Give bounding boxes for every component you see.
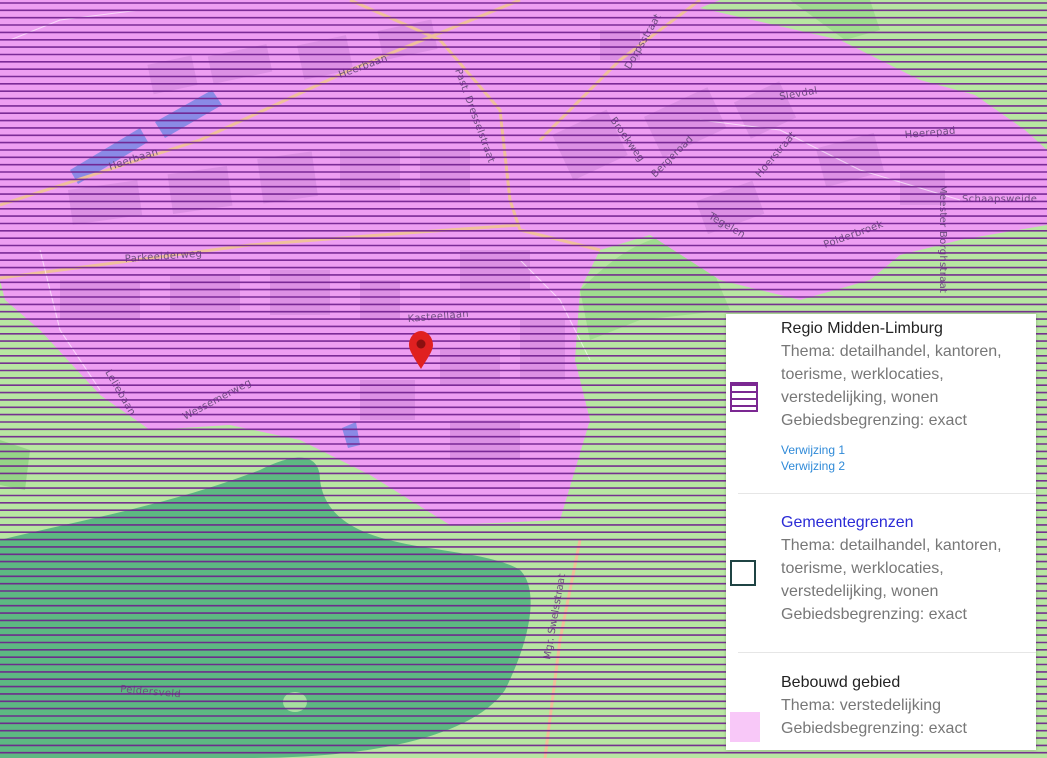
legend-item-line: Thema: verstedelijking xyxy=(781,697,942,714)
street-label: Schaapsweide xyxy=(962,194,1037,205)
legend-divider xyxy=(738,652,1036,653)
filled-area-icon xyxy=(730,712,760,742)
legend-item-line: verstedelijking, wonen xyxy=(781,583,939,600)
legend-item-line: Thema: detailhandel, kantoren, xyxy=(781,343,1002,360)
legend-item-line: Gebiedsbegrenzing: exact xyxy=(781,720,967,737)
legend-item-line: Thema: detailhandel, kantoren, xyxy=(781,537,1002,554)
legend-item-line: verstedelijking, wonen xyxy=(781,389,939,406)
legend-item-line: toerisme, werklocaties, xyxy=(781,560,944,577)
legend-divider xyxy=(738,493,1036,494)
striped-area-icon xyxy=(730,382,758,412)
legend-item-line: Gebiedsbegrenzing: exact xyxy=(781,412,967,429)
legend-item-line: Gebiedsbegrenzing: exact xyxy=(781,606,967,623)
legend-panel: Regio Midden-Limburg Thema: detailhandel… xyxy=(726,314,1036,750)
reference-link-1[interactable]: Verwijzing 1 xyxy=(781,442,1036,458)
legend-item-title-link[interactable]: Gemeentegrenzen xyxy=(781,512,1036,534)
legend-item-title: Bebouwd gebied xyxy=(781,674,901,691)
legend-item-title: Regio Midden-Limburg xyxy=(781,320,943,337)
outline-area-icon xyxy=(730,560,756,586)
reference-link-2[interactable]: Verwijzing 2 xyxy=(781,458,1036,474)
legend-item-line: toerisme, werklocaties, xyxy=(781,366,944,383)
